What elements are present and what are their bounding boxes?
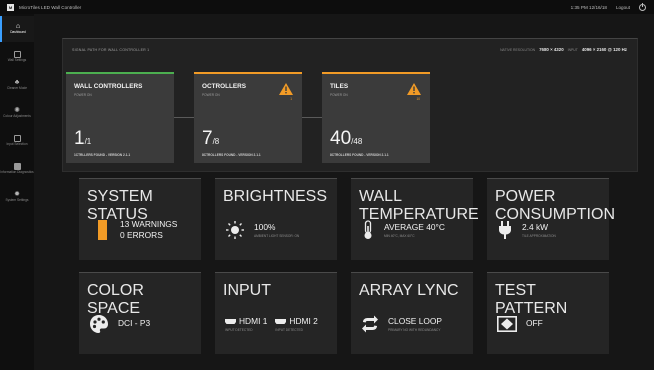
wall-icon	[13, 51, 21, 59]
plug-icon	[499, 221, 511, 239]
sidebar: ⌂ Dashboard Wall Settings ♣ Cleaner Mode…	[0, 14, 34, 370]
card-title: OCTROLLERS	[202, 83, 247, 90]
input-tile[interactable]: INPUT HDMI 1 INPUT DETECTED HDMI 2 INPUT…	[215, 272, 337, 354]
path-connector	[302, 117, 322, 118]
hdmi-2-status: INPUT DETECTED	[275, 328, 303, 333]
gear-icon: ✹	[14, 191, 20, 199]
sidebar-item-label: Information Diagnostics	[0, 170, 34, 175]
warning-icon	[279, 83, 293, 95]
card-title: WALL CONTROLLERS	[74, 83, 143, 90]
sun-icon	[226, 221, 244, 239]
app-title: MicroTiles LED Wall Controller	[19, 4, 82, 10]
sync-icon	[362, 315, 378, 333]
signal-path-title: SIGNAL PATH FOR WALL CONTROLLER 1	[72, 48, 150, 52]
app-logo-icon: M	[7, 3, 14, 11]
tile-title: ARRAY LYNC	[359, 282, 459, 299]
power-value: 2.4 kW	[522, 221, 549, 232]
wall-temperature-tile[interactable]: WALL TEMPERATURE AVERAGE 40°C MIN 40°C, …	[351, 178, 479, 260]
card-power-status: POWER ON	[74, 93, 92, 97]
home-icon: ⌂	[15, 23, 21, 31]
native-resolution-label: NATIVE RESOLUTION	[500, 48, 536, 52]
broom-icon: ♣	[14, 79, 20, 87]
color-space-value: DCI - P3	[118, 318, 151, 329]
test-pattern-tile[interactable]: TEST PATTERN OFF	[487, 272, 609, 354]
sidebar-item-system-settings[interactable]: ✹ System Settings	[0, 184, 34, 210]
sidebar-item-label: System Settings	[5, 198, 29, 203]
errors-count: 0 ERRORS	[120, 230, 163, 240]
array-lync-mode: CLOSE LOOP	[388, 315, 442, 326]
hdmi-icon	[225, 319, 236, 324]
hdmi-icon	[275, 319, 287, 324]
palette-icon: ✺	[14, 107, 20, 115]
warning-bar-icon	[98, 220, 107, 240]
sidebar-item-information-diagnostics[interactable]: Information Diagnostics	[0, 156, 34, 182]
sidebar-item-label: Dashboard	[10, 30, 26, 35]
array-lync-tile[interactable]: ARRAY LYNC CLOSE LOOP PRIMARY NO WITH RE…	[351, 272, 473, 354]
hdmi-1-input[interactable]: HDMI 1 INPUT DETECTED	[225, 316, 267, 332]
sidebar-item-label: Cleaner Mode	[6, 86, 28, 91]
clock-readout: 1:35 PM 12/16/18	[570, 4, 607, 10]
native-resolution-value: 7680 × 4320	[539, 47, 564, 52]
temperature-range: MIN 40°C, MAX 60°C	[384, 234, 415, 239]
sidebar-item-dashboard[interactable]: ⌂ Dashboard	[0, 16, 34, 42]
sidebar-item-cleaner-mode[interactable]: ♣ Cleaner Mode	[0, 72, 34, 98]
path-connector	[174, 117, 194, 118]
diagnostics-icon	[13, 163, 21, 171]
card-power-status: POWER ON	[330, 93, 348, 97]
card-count: 7/8	[202, 128, 220, 149]
power-consumption-tile[interactable]: POWER CONSUMPTION 2.4 kW TILE APPROXIMAT…	[487, 178, 615, 260]
test-pattern-icon	[497, 316, 517, 332]
tile-title: INPUT	[223, 282, 271, 299]
card-footer: 1CTRLLERS FOUND - VERSION 2.1.1	[74, 153, 131, 157]
sidebar-item-wall-settings[interactable]: Wall Settings	[0, 44, 34, 70]
top-bar: M MicroTiles LED Wall Controller 1:35 PM…	[0, 0, 654, 14]
card-title: TILES	[330, 83, 349, 90]
brightness-tile[interactable]: BRIGHTNESS 100% AMBIENT LIGHT SENSOR: ON	[215, 178, 337, 260]
tiles-card[interactable]: TILES POWER ON 10 40/48 8CTROLLERS FOUND…	[322, 72, 430, 163]
palette-icon	[90, 315, 108, 333]
brightness-value: 100%	[254, 221, 276, 232]
octrollers-card[interactable]: OCTROLLERS POWER ON 1 7/8 8CTROLLERS FOU…	[194, 72, 302, 163]
power-icon[interactable]	[639, 2, 646, 11]
hdmi-1-status: INPUT DETECTED	[225, 328, 253, 333]
sidebar-item-input-selection[interactable]: Input Selection	[0, 128, 34, 154]
warnings-count: 13 WARNINGS	[120, 218, 178, 229]
card-footer: 8CTROLLERS FOUND - VERSION 2.1.1	[202, 153, 261, 157]
thermometer-icon	[364, 220, 372, 239]
card-count: 40/48	[330, 128, 363, 149]
sidebar-item-label: Colour Adjustments	[3, 114, 31, 119]
wall-controllers-card[interactable]: WALL CONTROLLERS POWER ON 1/1 1CTRLLERS …	[66, 72, 174, 163]
sidebar-item-label: Wall Settings	[7, 58, 27, 63]
power-note: TILE APPROXIMATION	[522, 234, 556, 239]
ambient-sensor-status: AMBIENT LIGHT SENSOR: ON	[254, 234, 300, 239]
warning-count: 1	[290, 97, 292, 101]
warning-count: 10	[416, 97, 420, 101]
input-icon	[13, 135, 21, 143]
dashboard-main: SIGNAL PATH FOR WALL CONTROLLER 1 NATIVE…	[34, 14, 654, 370]
system-status-tile[interactable]: SYSTEM STATUS 13 WARNINGS 0 ERRORS	[79, 178, 201, 260]
hdmi-1-label: HDMI 1	[239, 315, 268, 326]
logout-link[interactable]: Logout	[616, 5, 630, 10]
hdmi-2-label: HDMI 2	[289, 315, 318, 326]
warning-icon	[407, 83, 421, 95]
input-resolution-label: INPUT	[567, 48, 578, 52]
hdmi-2-input[interactable]: HDMI 2 INPUT DETECTED	[275, 315, 318, 333]
input-resolution-value: 4096 × 2160 @ 120 Hz	[581, 47, 627, 52]
card-power-status: POWER ON	[202, 93, 220, 97]
color-space-tile[interactable]: COLOR SPACE DCI - P3	[79, 272, 201, 354]
resolution-readout: NATIVE RESOLUTION 7680 × 4320 INPUT 4096…	[500, 47, 627, 52]
array-lync-note: PRIMARY NO WITH REDUNDANCY	[388, 328, 441, 333]
average-temperature: AVERAGE 40°C	[384, 221, 445, 232]
card-count: 1/1	[74, 128, 92, 149]
sidebar-item-colour-adjustments[interactable]: ✺ Colour Adjustments	[0, 100, 34, 126]
tile-title: BRIGHTNESS	[223, 188, 328, 205]
card-footer: 8CTROLLERS FOUND - VERSION 2.1.1	[330, 153, 389, 157]
test-pattern-value: OFF	[526, 318, 543, 329]
sidebar-item-label: Input Selection	[6, 142, 28, 147]
